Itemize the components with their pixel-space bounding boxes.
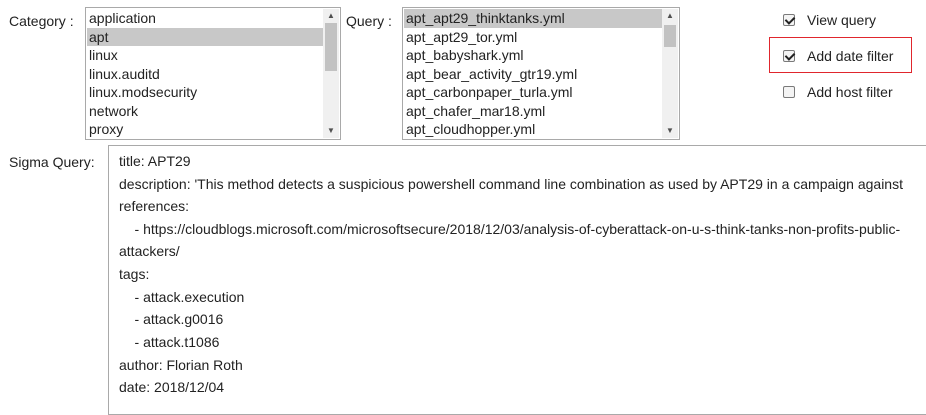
view-query-checkbox[interactable] bbox=[783, 14, 795, 26]
category-option[interactable]: network bbox=[87, 102, 323, 121]
category-listbox[interactable]: application apt linux linux.auditd linux… bbox=[85, 7, 341, 140]
sigma-line: - attack.g0016 bbox=[119, 311, 224, 327]
category-label: Category : bbox=[9, 13, 74, 29]
sigma-line: attackers/ bbox=[119, 243, 180, 259]
add-date-filter-label: Add date filter bbox=[807, 48, 894, 64]
sigma-line: - https://cloudblogs.microsoft.com/micro… bbox=[119, 221, 901, 237]
query-listbox[interactable]: apt_apt29_thinktanks.yml apt_apt29_tor.y… bbox=[402, 7, 680, 140]
sigma-query-label: Sigma Query: bbox=[9, 154, 95, 170]
scroll-down-arrow-icon[interactable]: ▼ bbox=[323, 124, 339, 138]
category-option[interactable]: linux.auditd bbox=[87, 65, 323, 84]
query-option[interactable]: apt_cloudhopper.yml bbox=[404, 120, 662, 138]
sigma-line: date: 2018/12/04 bbox=[119, 379, 225, 395]
query-option[interactable]: apt_bear_activity_gtr19.yml bbox=[404, 65, 662, 84]
scroll-up-arrow-icon[interactable]: ▲ bbox=[662, 9, 678, 23]
query-option[interactable]: apt_babyshark.yml bbox=[404, 46, 662, 65]
category-option[interactable]: linux bbox=[87, 46, 323, 65]
sigma-query-textarea[interactable]: title: APT29 description: 'This method d… bbox=[108, 145, 926, 415]
add-date-filter-checkbox[interactable] bbox=[783, 50, 795, 62]
add-date-filter-option[interactable]: Add date filter bbox=[783, 48, 893, 64]
query-scrollbar[interactable]: ▲ ▼ bbox=[662, 9, 678, 138]
scroll-up-arrow-icon[interactable]: ▲ bbox=[323, 9, 339, 23]
query-option[interactable]: apt_chafer_mar18.yml bbox=[404, 102, 662, 121]
sigma-line: title: APT29 bbox=[119, 153, 191, 169]
add-host-filter-option[interactable]: Add host filter bbox=[783, 84, 893, 100]
category-scrollbar[interactable]: ▲ ▼ bbox=[323, 9, 339, 138]
scrollbar-thumb[interactable] bbox=[325, 23, 337, 71]
add-host-filter-checkbox[interactable] bbox=[783, 86, 795, 98]
scroll-down-arrow-icon[interactable]: ▼ bbox=[662, 124, 678, 138]
query-option[interactable]: apt_apt29_tor.yml bbox=[404, 28, 662, 47]
category-option[interactable]: proxy bbox=[87, 120, 323, 138]
scrollbar-thumb[interactable] bbox=[664, 25, 676, 47]
sigma-line: tags: bbox=[119, 266, 150, 282]
sigma-line: - attack.execution bbox=[119, 289, 245, 305]
sigma-line: description: 'This method detects a susp… bbox=[119, 176, 903, 192]
category-option-selected[interactable]: apt bbox=[87, 27, 323, 46]
category-option[interactable]: application bbox=[87, 9, 323, 28]
category-option[interactable]: linux.modsecurity bbox=[87, 83, 323, 102]
query-option-selected[interactable]: apt_apt29_thinktanks.yml bbox=[404, 9, 662, 28]
query-label: Query : bbox=[346, 13, 392, 29]
add-host-filter-label: Add host filter bbox=[807, 84, 893, 100]
view-query-label: View query bbox=[807, 12, 877, 28]
query-option[interactable]: apt_carbonpaper_turla.yml bbox=[404, 83, 662, 102]
sigma-line: author: Florian Roth bbox=[119, 357, 243, 373]
sigma-line: references: bbox=[119, 198, 190, 214]
sigma-line: - attack.t1086 bbox=[119, 334, 220, 350]
view-query-option[interactable]: View query bbox=[783, 12, 876, 28]
